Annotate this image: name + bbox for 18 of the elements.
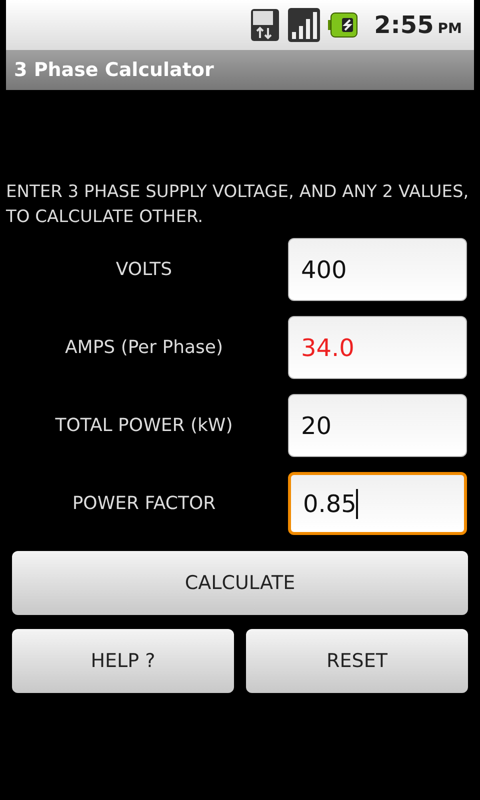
app-title: 3 Phase Calculator xyxy=(14,58,214,83)
input-field[interactable]: 20 xyxy=(288,394,467,457)
field-label: TOTAL POWER (kW) xyxy=(54,414,234,438)
calculate-button[interactable]: CALCULATE xyxy=(12,551,468,615)
input-field[interactable]: 34.0 xyxy=(288,316,467,379)
help-button[interactable]: HELP ? xyxy=(12,629,234,693)
network-3g-icon xyxy=(250,8,280,42)
field-label: AMPS (Per Phase) xyxy=(64,336,224,360)
battery-charging-icon xyxy=(328,12,358,38)
field-label: POWER FACTOR xyxy=(71,492,217,516)
input-field[interactable]: 0.85 xyxy=(288,472,467,535)
input-field[interactable]: 400 xyxy=(288,238,467,301)
signal-icon xyxy=(288,8,320,42)
reset-button[interactable]: RESET xyxy=(246,629,468,693)
instructions-text: ENTER 3 PHASE SUPPLY VOLTAGE, AND ANY 2 VALUES, TO CALCULATE OTHER. xyxy=(5,181,470,229)
clock-ampm: PM xyxy=(438,20,462,38)
clock-time: 2:55 xyxy=(374,10,434,41)
field-label: VOLTS xyxy=(114,258,174,282)
